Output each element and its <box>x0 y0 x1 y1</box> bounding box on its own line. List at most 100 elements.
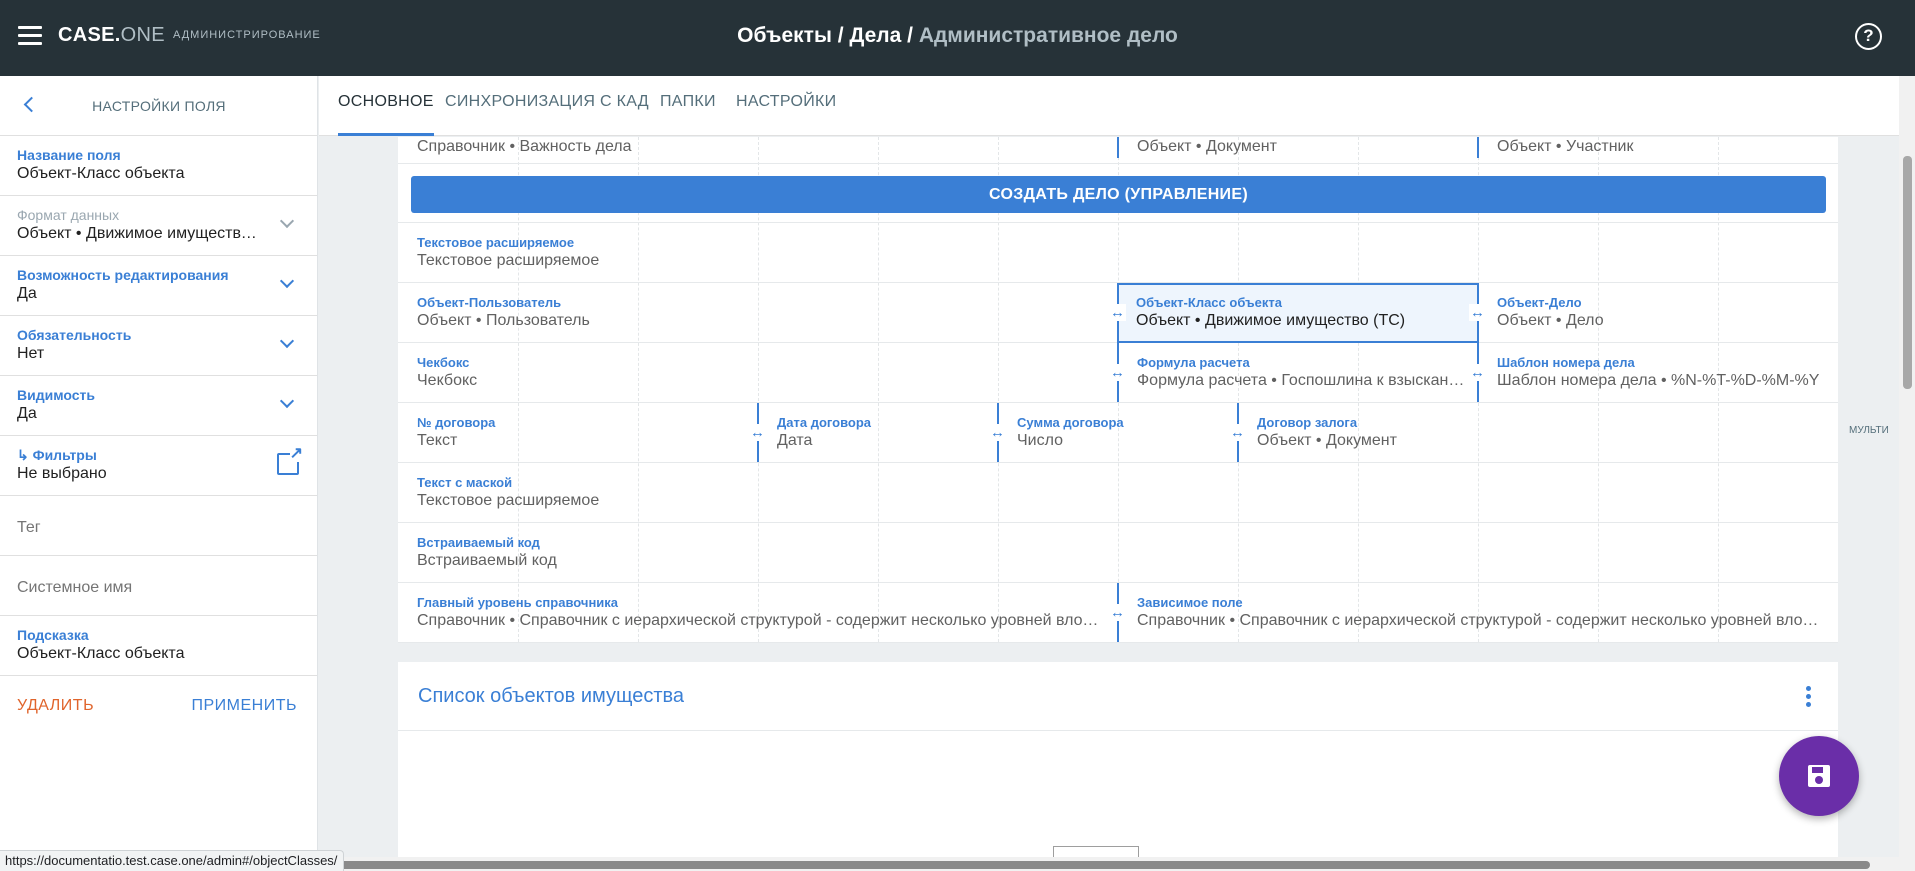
field-format: Текстовое расширяемое <box>417 492 600 509</box>
field-value: Да <box>17 285 37 302</box>
panel-title: НАСТРОЙКИ ПОЛЯ <box>92 98 226 114</box>
field-label: Дата договора <box>777 415 872 430</box>
delete-button[interactable]: УДАЛИТЬ <box>17 697 94 715</box>
field-value: Не выбрано <box>17 465 107 482</box>
field-format: Текстовое расширяемое <box>417 252 600 269</box>
vertical-scrollbar[interactable] <box>1899 76 1915 871</box>
field-label: Объект-Дело <box>1497 295 1582 310</box>
filters-field: Фильтры Не выбрано <box>0 436 317 496</box>
data-format-select[interactable]: Формат данных Объект • Движимое имуществ… <box>0 196 317 256</box>
help-icon[interactable]: ? <box>1855 23 1882 50</box>
field-format: Число <box>1017 432 1064 449</box>
tab-settings[interactable]: НАСТРОЙКИ <box>736 93 836 136</box>
field-label: Возможность редактирования <box>17 267 229 283</box>
grid-field[interactable]: Текст с маской Текстовое расширяемое <box>398 463 1838 522</box>
divider <box>398 730 1838 731</box>
field-label: Фильтры <box>17 447 300 463</box>
grid-field[interactable]: Главный уровень справочника Справочник •… <box>398 583 1103 642</box>
tab-kad-sync[interactable]: СИНХРОНИЗАЦИЯ С КАД <box>445 93 649 136</box>
chevron-down-icon[interactable] <box>281 396 293 408</box>
grid-field[interactable]: Чекбокс Чекбокс <box>398 343 1118 402</box>
field-label: Зависимое поле <box>1137 595 1243 610</box>
field-format: Объект • Пользователь <box>417 312 590 329</box>
create-case-button[interactable]: СОЗДАТЬ ДЕЛО (УПРАВЛЕНИЕ) <box>411 176 1826 213</box>
field-format: Справочник • Справочник с иерархической … <box>1137 612 1828 629</box>
field-value: Нет <box>17 345 45 362</box>
grid-field-selected[interactable]: Объект-Класс объекта Объект • Движимое и… <box>1117 283 1479 343</box>
field-format: Дата <box>777 432 813 449</box>
tab-main[interactable]: ОСНОВНОЕ <box>338 93 434 136</box>
panel-header: НАСТРОЙКИ ПОЛЯ <box>0 76 317 136</box>
breadcrumb-path[interactable]: Объекты / Дела / <box>737 24 919 47</box>
grid-field[interactable]: Договор залога Объект • Документ <box>1238 403 1838 462</box>
field-label: № договора <box>417 415 496 430</box>
save-button[interactable] <box>1779 736 1859 816</box>
chevron-down-icon[interactable] <box>281 336 293 348</box>
brand-logo[interactable]: CASE.ONE <box>58 24 165 47</box>
chevron-down-icon[interactable] <box>281 216 293 228</box>
field-label: Видимость <box>17 387 95 403</box>
panel-actions: УДАЛИТЬ ПРИМЕНИТЬ <box>0 676 317 736</box>
grid-field[interactable]: Объект-Пользователь Объект • Пользовател… <box>398 283 1118 342</box>
field-value: Объект-Класс объекта <box>17 165 185 182</box>
field-label: Договор залога <box>1257 415 1358 430</box>
grid-field[interactable]: Зависимое поле Справочник • Справочник с… <box>1118 583 1828 642</box>
scrollbar-thumb[interactable] <box>1903 156 1912 389</box>
field-label: Текстовое расширяемое <box>417 235 575 250</box>
editable-select[interactable]: Возможность редактирования Да <box>0 256 317 316</box>
field-label: Шаблон номера дела <box>1497 355 1635 370</box>
resize-handle-icon[interactable]: ↔ <box>989 424 1006 441</box>
required-select[interactable]: Обязательность Нет <box>0 316 317 376</box>
grid-row: Текст с маской Текстовое расширяемое <box>398 463 1838 523</box>
field-label: Чекбокс <box>417 355 470 370</box>
menu-icon[interactable] <box>18 26 42 46</box>
grid-row: СОЗДАТЬ ДЕЛО (УПРАВЛЕНИЕ) <box>398 137 1838 223</box>
field-format: Чекбокс <box>417 372 478 389</box>
grid-row: Текстовое расширяемое Текстовое расширяе… <box>398 223 1838 283</box>
system-name-input[interactable]: Системное имя <box>0 556 317 616</box>
field-label: Объект-Пользователь <box>417 295 562 310</box>
resize-handle-icon[interactable]: ↔ <box>1469 304 1486 321</box>
field-format: Формула расчета • Госпошлина к взысканию <box>1137 372 1468 389</box>
grid-field[interactable]: Дата договора Дата <box>758 403 998 462</box>
field-format: Встраиваемый код <box>417 552 557 569</box>
grid-row: № договора Текст Дата договора Дата Сумм… <box>398 403 1838 463</box>
resize-handle-icon[interactable]: ↔ <box>1109 304 1126 321</box>
apply-button[interactable]: ПРИМЕНИТЬ <box>192 697 298 715</box>
field-name[interactable]: Название поля Объект-Класс объекта <box>0 136 317 196</box>
visibility-select[interactable]: Видимость Да <box>0 376 317 436</box>
tag-input[interactable]: Тег <box>0 496 317 556</box>
tab-folders[interactable]: ПАПКИ <box>660 93 716 136</box>
resize-handle-icon[interactable]: ↔ <box>1229 424 1246 441</box>
chevron-down-icon[interactable] <box>281 276 293 288</box>
field-value: Объект • Движимое имущество (ТС) <box>17 225 257 242</box>
resize-handle-icon[interactable]: ↔ <box>1109 364 1126 381</box>
grid-field[interactable]: Сумма договора Число <box>998 403 1238 462</box>
field-label: Название поля <box>17 147 121 163</box>
field-format: Объект • Движимое имущество (ТС) <box>1136 312 1406 329</box>
grid-field[interactable]: Встраиваемый код Встраиваемый код <box>398 523 1838 582</box>
field-value: Да <box>17 405 37 422</box>
breadcrumb-current: Административное дело <box>918 24 1178 47</box>
field-label: Встраиваемый код <box>417 535 540 550</box>
hint-input[interactable]: Подсказка Объект-Класс объекта <box>0 616 317 676</box>
more-vert-icon[interactable] <box>1806 686 1812 708</box>
multi-label: МУЛЬТИ <box>1849 425 1889 436</box>
grid-field[interactable]: Шаблон номера дела Шаблон номера дела • … <box>1478 343 1833 402</box>
field-label: Текст с маской <box>417 475 513 490</box>
input-placeholder: Системное имя <box>17 579 133 596</box>
grid-field[interactable]: Формула расчета Формула расчета • Госпош… <box>1118 343 1468 402</box>
field-label: Главный уровень справочника <box>417 595 619 610</box>
resize-handle-icon[interactable]: ↔ <box>749 424 766 441</box>
top-app-bar: CASE.ONE АДМИНИСТРИРОВАНИЕ Объекты / Дел… <box>0 0 1915 76</box>
field-label: Формула расчета <box>1137 355 1250 370</box>
grid-row: Объект-Пользователь Объект • Пользовател… <box>398 283 1838 343</box>
brand-accent: ONE <box>120 24 165 46</box>
grid-field[interactable]: Текстовое расширяемое Текстовое расширяе… <box>398 223 1838 282</box>
open-external-icon[interactable] <box>277 446 303 475</box>
grid-field[interactable]: Объект-Дело Объект • Дело <box>1478 283 1838 342</box>
grid-field[interactable]: № договора Текст <box>398 403 758 462</box>
resize-handle-icon[interactable]: ↔ <box>1109 604 1126 621</box>
resize-handle-icon[interactable]: ↔ <box>1469 364 1486 381</box>
brand-main: CASE. <box>58 24 121 46</box>
